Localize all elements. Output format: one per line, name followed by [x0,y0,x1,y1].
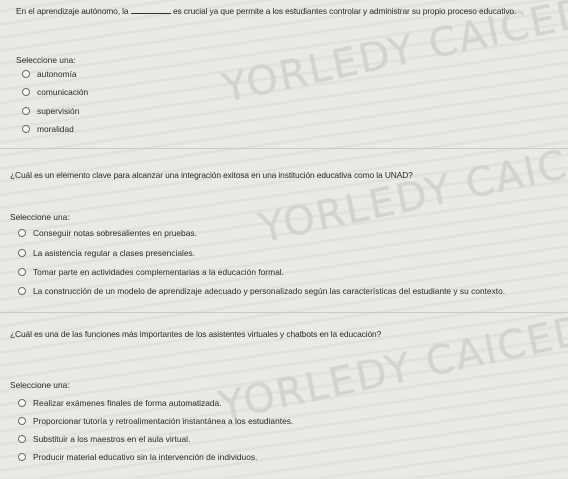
option-label: Proporcionar tutoría y retroalimentación… [33,416,294,426]
question-2: ¿Cuál es un elemento clave para alcanzar… [0,148,568,299]
option-radio[interactable]: Tomar parte en actividades complementari… [18,267,284,277]
radio-circle[interactable] [22,70,30,78]
radio-circle[interactable] [18,435,26,443]
radio-circle[interactable] [18,399,26,407]
option-label: Producir material educativo sin la inter… [33,452,258,462]
radio-circle[interactable] [18,287,26,295]
question-1-text: En el aprendizaje autónomo, la es crucia… [16,6,516,16]
radio-circle[interactable] [22,107,30,115]
option-label: La construcción de un modelo de aprendiz… [33,286,506,296]
question-1: En el aprendizaje autónomo, la es crucia… [0,0,568,148]
radio-circle[interactable] [18,453,26,461]
option-label: Conseguir notas sobresalientes en prueba… [33,228,197,238]
option-radio[interactable]: Substituir a los maestros en el aula vir… [18,434,190,444]
option-radio[interactable]: autonomía [22,69,77,79]
option-label: Substituir a los maestros en el aula vir… [33,434,191,444]
option-radio[interactable]: comunicación [22,87,88,97]
option-radio[interactable]: Realizar exámenes finales de forma autom… [18,398,222,408]
radio-circle[interactable] [18,229,26,237]
option-radio[interactable]: La asistencia regular a clases presencia… [18,248,195,258]
option-radio[interactable]: supervisión [22,106,79,116]
option-radio[interactable]: Conseguir notas sobresalientes en prueba… [18,228,197,238]
radio-circle[interactable] [22,88,30,96]
option-radio[interactable]: Producir material educativo sin la inter… [18,452,257,462]
select-label: Seleccione una: [10,212,70,222]
option-label: La asistencia regular a clases presencia… [33,248,196,258]
question-2-text: ¿Cuál es un elemento clave para alcanzar… [10,170,413,180]
select-label: Seleccione una: [10,380,70,390]
select-label: Seleccione una: [16,55,76,65]
question-3-text: ¿Cuál es una de las funciones más import… [10,329,382,339]
radio-circle[interactable] [18,417,26,425]
question-3: ¿Cuál es una de las funciones más import… [0,312,568,479]
option-radio[interactable]: La construcción de un modelo de aprendiz… [18,286,505,296]
question-1-prefix: En el aprendizaje autónomo, la [16,6,129,16]
option-label: Realizar exámenes finales de forma autom… [33,398,222,408]
option-label: moralidad [37,124,74,134]
radio-circle[interactable] [18,268,26,276]
option-label: supervisión [37,106,80,116]
question-1-suffix: es crucial ya que permite a los estudian… [172,6,517,16]
option-radio[interactable]: moralidad [22,124,74,134]
option-radio[interactable]: Proporcionar tutoría y retroalimentación… [18,416,293,426]
option-label: comunicación [37,87,89,97]
option-label: autonomía [37,69,77,79]
option-label: Tomar parte en actividades complementari… [33,267,284,277]
fill-blank [130,6,171,14]
radio-circle[interactable] [22,125,30,133]
radio-circle[interactable] [18,249,26,257]
